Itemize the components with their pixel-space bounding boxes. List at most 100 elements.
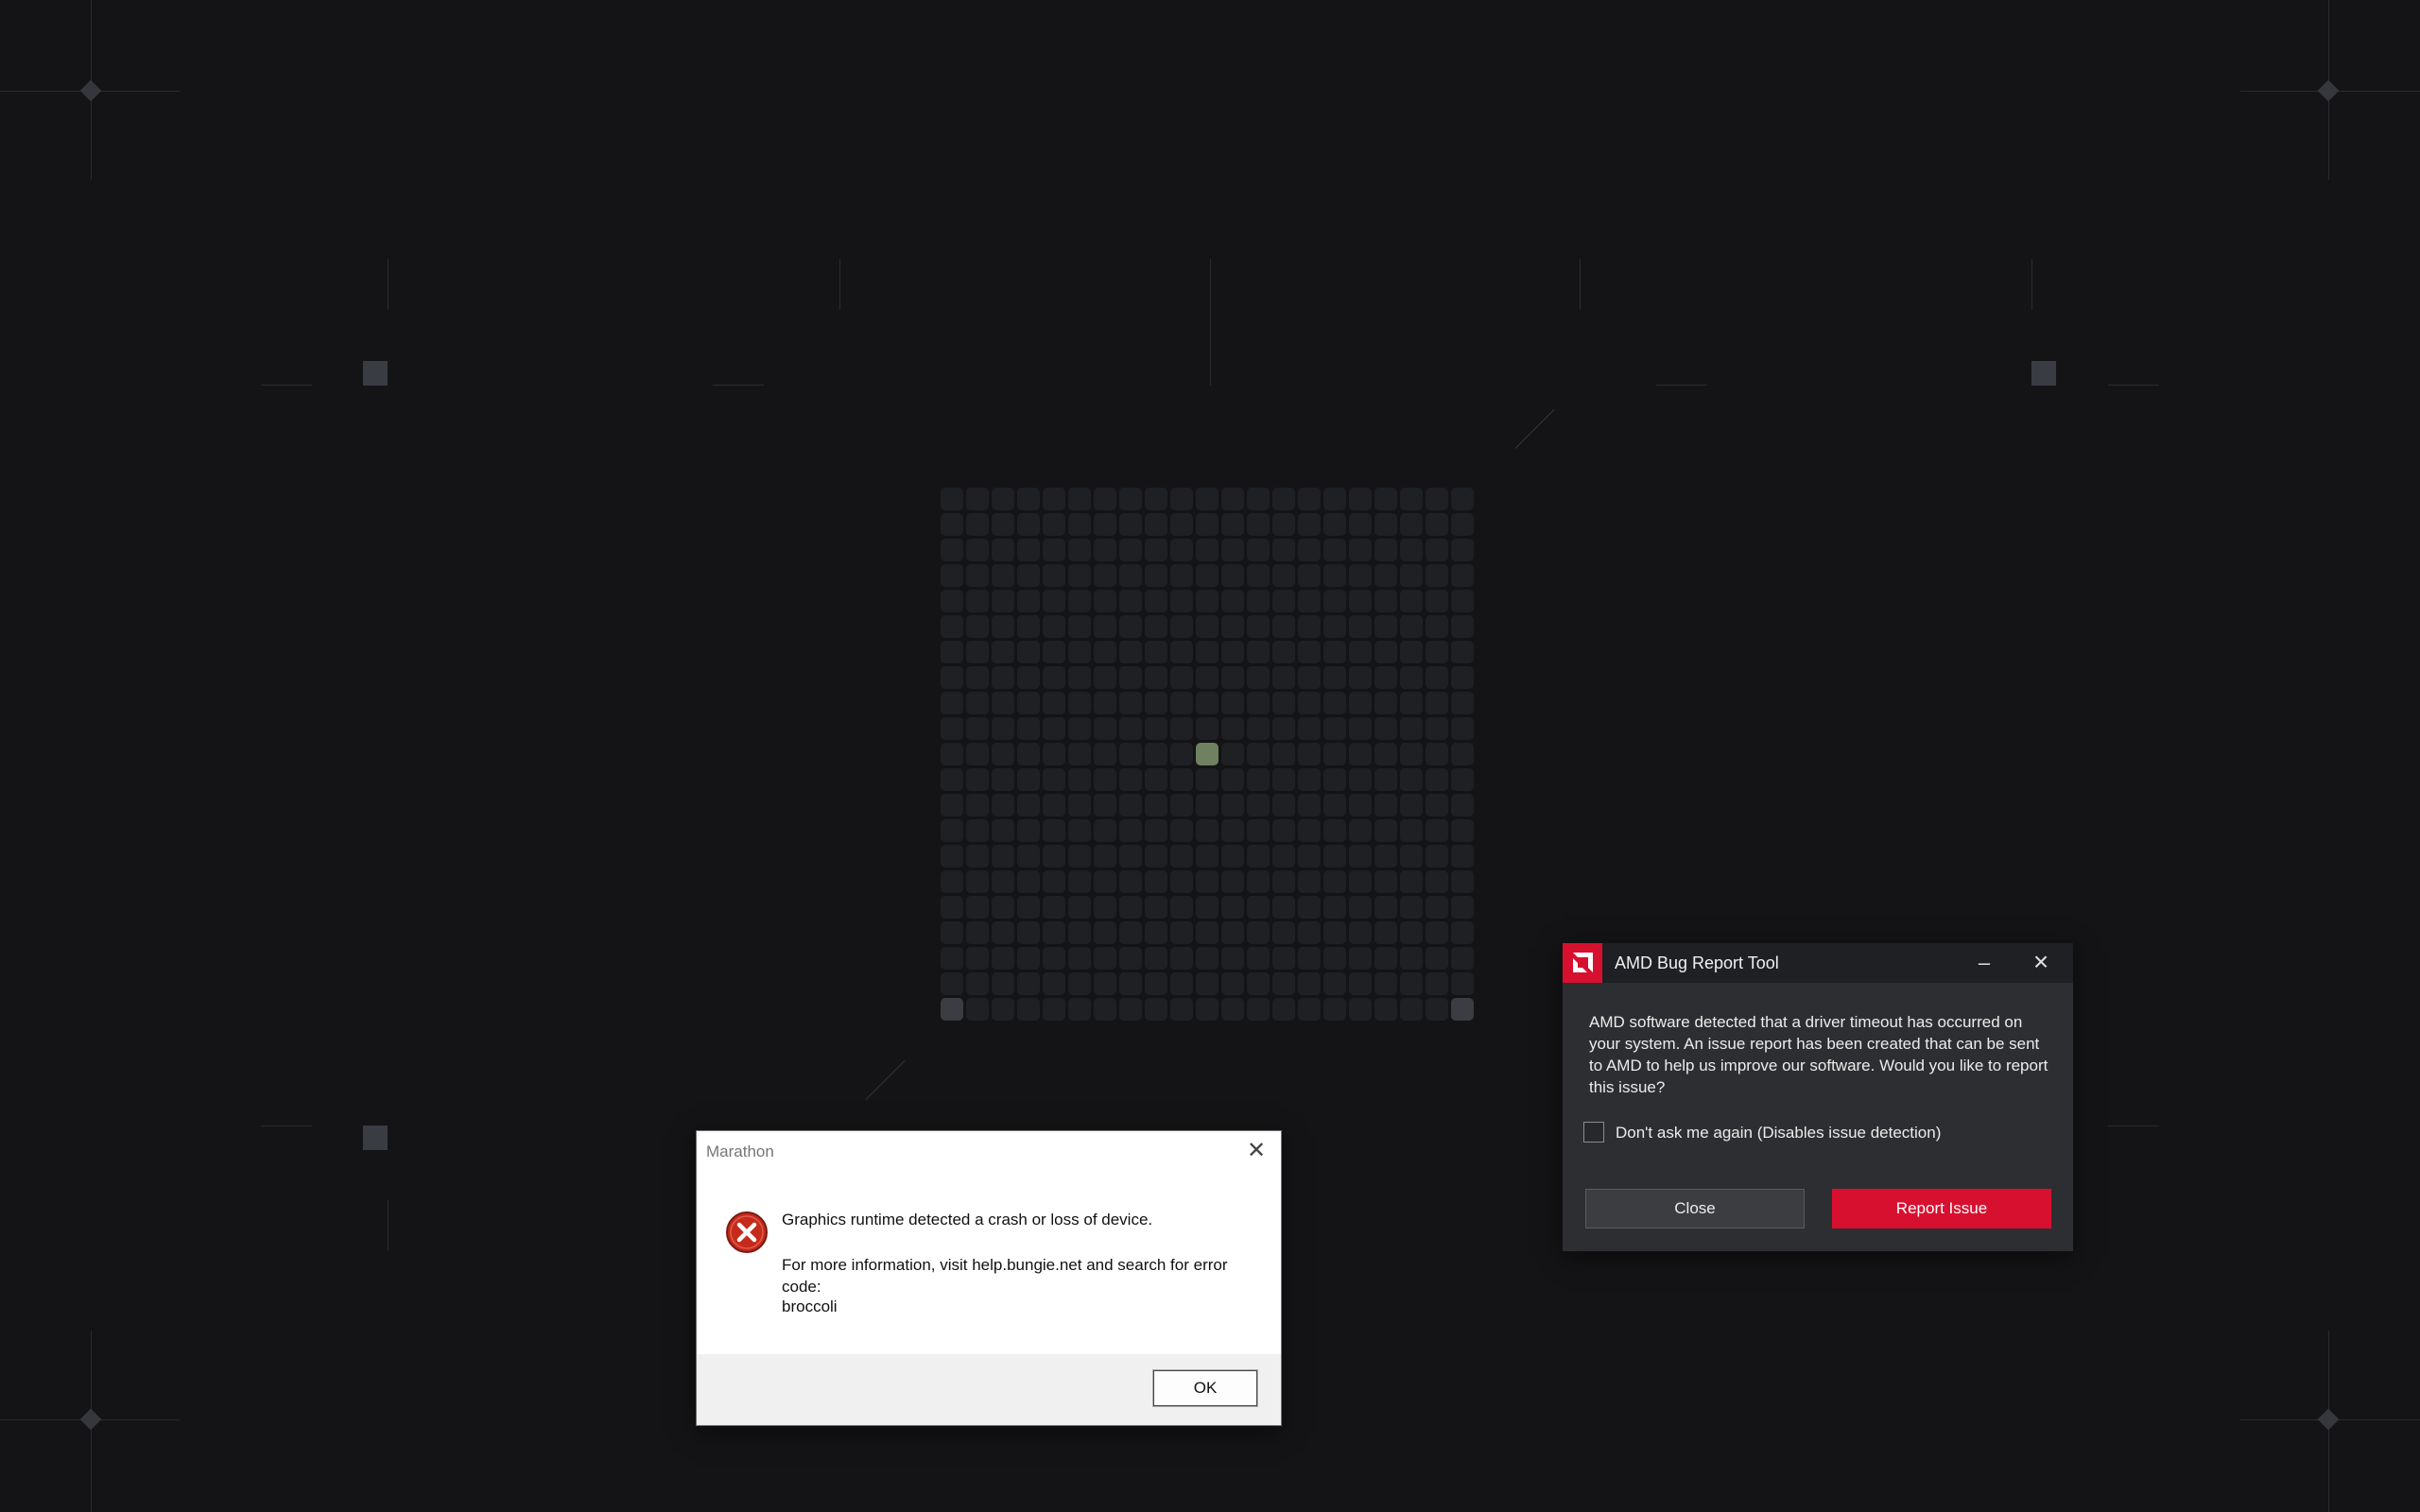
- grid-cell: [1068, 539, 1091, 561]
- grid-cell: [1400, 666, 1423, 689]
- grid-cell: [1043, 972, 1065, 995]
- grid-cell: [1374, 896, 1397, 919]
- grid-cell: [1374, 870, 1397, 893]
- grid-cell: [1043, 666, 1065, 689]
- grid-cell: [1094, 539, 1116, 561]
- grid-cell: [1094, 921, 1116, 944]
- grid-cell: [1043, 794, 1065, 816]
- grid-cell: [966, 564, 989, 587]
- grid-cell: [1068, 947, 1091, 970]
- grid-cell: [1068, 998, 1091, 1021]
- grid-cell: [1043, 845, 1065, 868]
- grid-cell: [1119, 717, 1142, 740]
- dont-ask-label[interactable]: Don't ask me again (Disables issue detec…: [1616, 1124, 1941, 1143]
- grid-cell: [1349, 972, 1372, 995]
- grid-cell: [1426, 615, 1448, 638]
- grid-cell: [1017, 921, 1040, 944]
- info-message: For more information, visit help.bungie.…: [782, 1256, 1228, 1296]
- dialog-titlebar[interactable]: AMD Bug Report Tool – ×: [1563, 943, 2073, 983]
- grid-cell: [1068, 972, 1091, 995]
- grid-cell: [966, 972, 989, 995]
- grid-cell: [1043, 539, 1065, 561]
- grid-cell: [941, 717, 963, 740]
- grid-cell: [1323, 666, 1346, 689]
- grid-cell: [1349, 564, 1372, 587]
- dont-ask-checkbox[interactable]: [1583, 1122, 1604, 1143]
- grid-cell: [966, 743, 989, 765]
- grid-cell: [1272, 615, 1295, 638]
- grid-cell: [1451, 692, 1474, 714]
- grid-cell: [1043, 641, 1065, 663]
- grid-cell: [1094, 998, 1116, 1021]
- grid-cell: [1298, 513, 1321, 536]
- grid-cell: [1374, 743, 1397, 765]
- grid-cell: [1145, 615, 1167, 638]
- grid-cell: [1068, 666, 1091, 689]
- grid-cell: [1196, 692, 1219, 714]
- grid-cell: [1426, 998, 1448, 1021]
- grid-cell: [941, 590, 963, 612]
- grid-cell: [966, 615, 989, 638]
- marker-square: [363, 361, 388, 386]
- grid-cell: [1145, 513, 1167, 536]
- grid-cell: [1349, 513, 1372, 536]
- close-icon[interactable]: ×: [2028, 949, 2054, 975]
- grid-cell: [1272, 972, 1295, 995]
- dialog-title: AMD Bug Report Tool: [1615, 954, 1779, 972]
- grid-cell: [1400, 896, 1423, 919]
- grid-cell: [966, 870, 989, 893]
- grid-cell: [1400, 794, 1423, 816]
- grid-cell: [1272, 743, 1295, 765]
- grid-cell: [1094, 513, 1116, 536]
- grid-cell: [1196, 641, 1219, 663]
- grid-cell: [1145, 998, 1167, 1021]
- grid-cell: [1349, 870, 1372, 893]
- grid-cell: [1400, 845, 1423, 868]
- grid-cell: [1043, 768, 1065, 791]
- grid-cell: [1349, 794, 1372, 816]
- grid-cell: [1094, 615, 1116, 638]
- grid-cell: [1196, 845, 1219, 868]
- close-icon[interactable]: ✕: [1245, 1140, 1268, 1162]
- minimize-icon[interactable]: –: [1971, 951, 1997, 975]
- grid-cell: [941, 692, 963, 714]
- grid-cell: [1221, 870, 1244, 893]
- grid-cell: [1349, 921, 1372, 944]
- amd-logo-icon: [1563, 943, 1602, 983]
- grid-cell: [1043, 615, 1065, 638]
- grid-cell: [1145, 692, 1167, 714]
- grid-cell: [966, 692, 989, 714]
- grid-cell: [1068, 717, 1091, 740]
- dialog-titlebar[interactable]: Marathon ✕: [697, 1131, 1281, 1171]
- grid-cell: [1400, 692, 1423, 714]
- grid-cell: [1221, 921, 1244, 944]
- grid-cell: [1119, 998, 1142, 1021]
- grid-cell: [1170, 743, 1193, 765]
- grid-cell: [1400, 921, 1423, 944]
- grid-cell: [1323, 539, 1346, 561]
- grid-cell: [1374, 717, 1397, 740]
- grid-cell: [1017, 666, 1040, 689]
- grid-cell: [1196, 998, 1219, 1021]
- grid-cell: [1221, 615, 1244, 638]
- grid-cell: [1094, 819, 1116, 842]
- ok-button[interactable]: OK: [1152, 1369, 1258, 1407]
- grid-cell: [1272, 692, 1295, 714]
- grid-cell: [1247, 692, 1270, 714]
- grid-cell: [1451, 768, 1474, 791]
- report-issue-button[interactable]: Report Issue: [1832, 1189, 2051, 1228]
- grid-cell: [1451, 590, 1474, 612]
- grid-cell: [1426, 564, 1448, 587]
- grid-cell: [1426, 666, 1448, 689]
- grid-cell: [1043, 921, 1065, 944]
- grid-cell: [1374, 921, 1397, 944]
- grid-cell: [1451, 564, 1474, 587]
- grid-cell: [1221, 947, 1244, 970]
- grid-cell: [1323, 590, 1346, 612]
- grid-cell: [1426, 947, 1448, 970]
- grid-cell: [1349, 717, 1372, 740]
- close-button[interactable]: Close: [1585, 1189, 1805, 1228]
- grid-cell: [1272, 488, 1295, 510]
- grid-cell: [992, 615, 1014, 638]
- grid-cell: [1043, 513, 1065, 536]
